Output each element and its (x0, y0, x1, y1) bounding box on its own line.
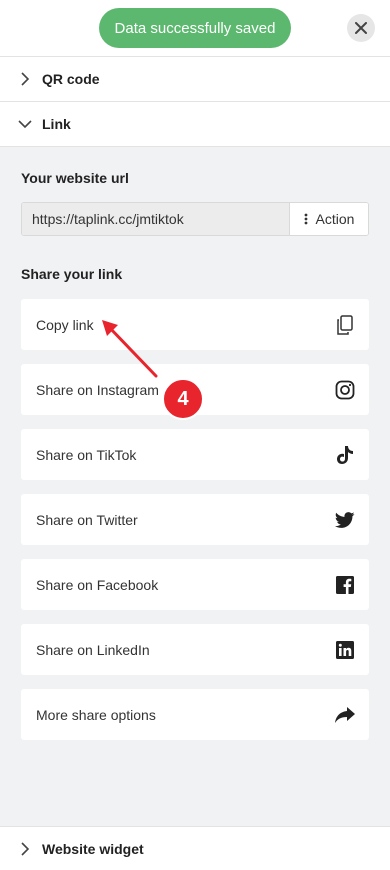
share-item-more-options[interactable]: More share options (21, 689, 369, 740)
section-website-widget[interactable]: Website widget (0, 826, 390, 870)
toast-notification: Data successfully saved (99, 8, 291, 48)
share-item-label: Share on TikTok (36, 446, 137, 463)
url-box: Action (21, 202, 369, 236)
share-item-twitter[interactable]: Share on Twitter (21, 494, 369, 545)
section-label: Link (42, 116, 71, 132)
share-item-label: Share on LinkedIn (36, 641, 150, 658)
chevron-right-icon (18, 841, 32, 856)
close-button[interactable] (347, 14, 375, 42)
share-item-tiktok[interactable]: Share on TikTok (21, 429, 369, 480)
share-item-label: Share on Facebook (36, 576, 159, 593)
section-label: Website widget (42, 840, 144, 857)
annotation-arrow (102, 320, 158, 378)
share-item-copy-link[interactable]: Copy link (21, 299, 369, 350)
share-item-label: Copy link (36, 316, 94, 333)
tiktok-icon (335, 445, 355, 465)
share-forward-icon (335, 705, 355, 725)
action-label: Action (315, 211, 355, 227)
close-icon (355, 22, 367, 34)
section-link[interactable]: Link (0, 101, 390, 146)
chevron-right-icon (18, 72, 32, 86)
share-title: Share your link (21, 266, 123, 282)
chevron-down-icon (18, 117, 32, 131)
share-item-label: More share options (36, 706, 156, 723)
linkedin-icon (335, 640, 355, 660)
more-vertical-icon (304, 213, 307, 225)
instagram-icon (335, 380, 355, 400)
copy-icon (335, 314, 355, 335)
step-badge: 4 (162, 378, 204, 420)
share-item-facebook[interactable]: Share on Facebook (21, 559, 369, 610)
toast-message: Data successfully saved (114, 19, 276, 37)
section-label: QR code (42, 71, 100, 87)
share-item-linkedin[interactable]: Share on LinkedIn (21, 624, 369, 675)
share-item-label: Share on Twitter (36, 511, 138, 528)
url-input[interactable] (22, 203, 289, 235)
twitter-icon (335, 510, 355, 530)
top-bar: Data successfully saved (0, 0, 390, 56)
url-title: Your website url (21, 170, 129, 186)
section-qr-code[interactable]: QR code (0, 56, 390, 101)
step-number: 4 (177, 387, 189, 410)
action-button[interactable]: Action (290, 203, 368, 235)
facebook-icon (335, 575, 355, 595)
